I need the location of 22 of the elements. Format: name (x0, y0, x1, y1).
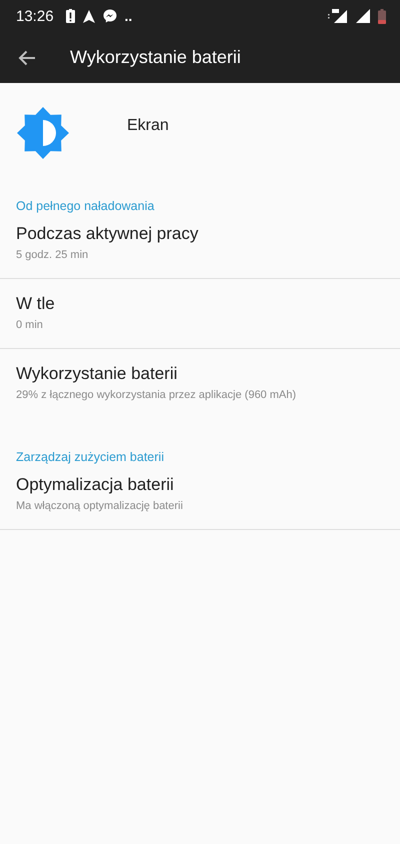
back-arrow-icon (18, 50, 36, 66)
item-summary: Ma włączoną optymalizację baterii (16, 500, 184, 512)
battery-alert-icon (66, 9, 75, 23)
signal-icon (356, 9, 370, 23)
messenger-icon (102, 9, 117, 23)
more-notifications-text: .. (124, 9, 132, 23)
item-title: Podczas aktywnej pracy (16, 224, 200, 244)
item-summary: 29% z łącznego wykorzystania przez aplikacje (960 mAh) (16, 389, 298, 401)
item-title: W tle (16, 294, 56, 314)
brightness-icon (17, 107, 69, 159)
item-title: Optymalizacja baterii (16, 475, 175, 495)
lte-signal-icon (328, 9, 348, 23)
item-title: Wykorzystanie baterii (16, 364, 178, 384)
item-summary: 5 godz. 25 min (16, 249, 90, 261)
item-summary: 0 min (16, 319, 44, 331)
settings-item[interactable]: Wykorzystanie baterii 29% z łącznego wykorzystania przez aplikacje (960 mAh) (0, 349, 400, 418)
app-name: Ekran (127, 117, 169, 135)
settings-item[interactable]: W tle 0 min (0, 279, 400, 348)
status-time: 13:26 (16, 8, 54, 24)
toolbar-title: Wykorzystanie baterii (70, 47, 241, 68)
battery-low-icon (378, 8, 386, 24)
navigation-icon (82, 10, 95, 22)
